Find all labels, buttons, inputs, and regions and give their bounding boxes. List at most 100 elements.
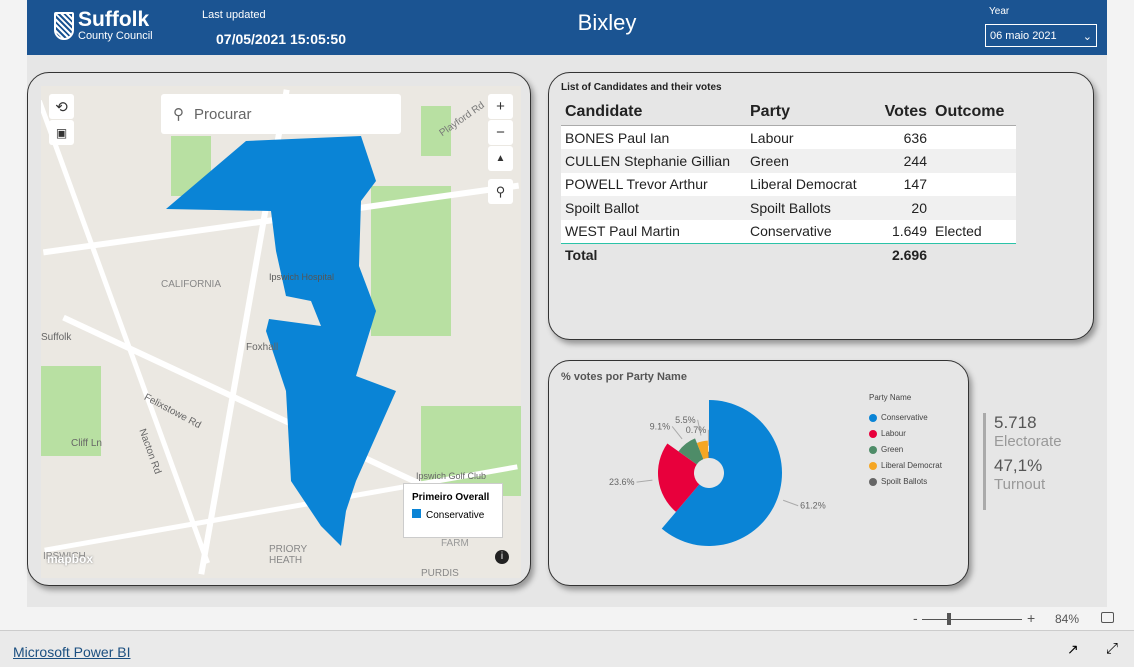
table-cell: CULLEN Stephanie Gillian bbox=[561, 149, 746, 173]
fit-to-page-icon[interactable] bbox=[1101, 612, 1114, 623]
ward-polygon[interactable] bbox=[166, 136, 396, 546]
chart-legend: Conservative Labour Green Liberal Democrat S… bbox=[869, 413, 942, 493]
search-icon: ⚲ bbox=[173, 106, 184, 123]
leader-line bbox=[671, 426, 683, 440]
data-label: 5.5% bbox=[675, 415, 696, 425]
map-label: FARM bbox=[441, 538, 469, 549]
total-votes: 2.696 bbox=[891, 247, 927, 263]
leader-line bbox=[636, 479, 653, 483]
kpi-panel: 5.718 Electorate 47,1% Turnout bbox=[983, 413, 1062, 510]
legend-label: Labour bbox=[881, 429, 906, 438]
total-label: Total bbox=[565, 247, 598, 263]
legend-item[interactable]: Spoilt Ballots bbox=[869, 477, 942, 486]
table-row[interactable]: POWELL Trevor Arthur Liberal Democrat 147 bbox=[561, 172, 1016, 196]
rotate-icon[interactable]: ⟲ bbox=[49, 94, 74, 119]
info-icon[interactable]: i bbox=[495, 550, 509, 564]
table-cell: Liberal Democrat bbox=[746, 172, 871, 196]
column-header[interactable]: Votes bbox=[871, 99, 931, 126]
legend-swatch bbox=[412, 509, 421, 518]
table-cell: 636 bbox=[871, 125, 931, 149]
table-cell: 244 bbox=[871, 149, 931, 173]
column-header[interactable]: Candidate bbox=[561, 99, 746, 126]
electorate-value: 5.718 bbox=[994, 413, 1037, 432]
data-label: 61.2% bbox=[800, 501, 826, 511]
report-canvas: Suffolk County Council Last updated 07/05… bbox=[27, 0, 1107, 607]
table-cell bbox=[931, 125, 1016, 149]
table-row[interactable]: WEST Paul Martin Conservative 1.649 Elected bbox=[561, 219, 1016, 244]
map[interactable]: Playford Rd Ipswich Hospital CALIFORNIA … bbox=[41, 86, 521, 578]
total-row: Total 2.696 bbox=[561, 243, 1016, 267]
fullscreen-icon[interactable]: ⤢ bbox=[1106, 640, 1118, 657]
map-label: Ipswich Golf Club bbox=[416, 471, 487, 481]
turnout-label: Turnout bbox=[994, 476, 1046, 493]
mapbox-logo: mapbox bbox=[47, 552, 94, 566]
turnout-value: 47,1% bbox=[994, 456, 1043, 475]
zoom-out-button[interactable]: - bbox=[913, 610, 918, 626]
legend-label: Spoilt Ballots bbox=[881, 477, 928, 486]
column-header[interactable]: Outcome bbox=[931, 99, 1016, 126]
table-header: Candidate Party Votes Outcome bbox=[561, 99, 1016, 126]
zoom-slider-thumb[interactable] bbox=[947, 613, 952, 625]
table-title: List of Candidates and their votes bbox=[561, 82, 722, 93]
legend-item[interactable]: Green bbox=[869, 445, 942, 454]
legend-label: Conservative bbox=[881, 413, 928, 422]
legend-title: Primeiro Overall bbox=[412, 492, 490, 503]
year-dropdown[interactable]: 06 maio 2021 ⌄ bbox=[985, 24, 1097, 47]
year-value: 06 maio 2021 bbox=[990, 30, 1057, 42]
data-label: 23.6% bbox=[609, 477, 635, 487]
footer: Microsoft Power BI ↗ ⤢ bbox=[0, 631, 1134, 667]
electorate-label: Electorate bbox=[994, 433, 1062, 450]
table-cell bbox=[931, 196, 1016, 220]
table-cell bbox=[931, 172, 1016, 196]
map-label: Foxhall bbox=[246, 342, 279, 353]
map-label: Suffolk bbox=[41, 332, 72, 343]
table-cell: BONES Paul Ian bbox=[561, 125, 746, 149]
page-title: Bixley bbox=[577, 10, 637, 35]
power-bi-link[interactable]: Microsoft Power BI bbox=[13, 644, 130, 660]
table-cell: 147 bbox=[871, 172, 931, 196]
legend-item[interactable]: Labour bbox=[869, 429, 942, 438]
search-placeholder: Procurar bbox=[194, 105, 252, 123]
zoom-in-button[interactable]: + bbox=[488, 94, 513, 119]
lasso-select-icon[interactable]: ▣ bbox=[49, 120, 74, 145]
legend-item: Conservative bbox=[426, 510, 485, 521]
leader-line bbox=[782, 499, 799, 507]
compass-icon[interactable]: ▲ bbox=[488, 146, 513, 171]
map-label: Ipswich Hospital bbox=[269, 272, 335, 282]
legend-dot bbox=[869, 413, 877, 422]
share-icon[interactable]: ↗ bbox=[1067, 641, 1079, 658]
zoom-out-button[interactable]: − bbox=[488, 120, 513, 145]
table-row[interactable]: CULLEN Stephanie Gillian Green 244 bbox=[561, 149, 1016, 173]
chart-title: % votes por Party Name bbox=[561, 371, 687, 383]
zoom-slider[interactable] bbox=[922, 619, 1022, 620]
table-cell: Conservative bbox=[746, 219, 871, 244]
legend-label: Green bbox=[881, 445, 904, 454]
zoom-selection-icon[interactable]: ⚲ bbox=[488, 179, 513, 204]
table-row[interactable]: Spoilt Ballot Spoilt Ballots 20 bbox=[561, 196, 1016, 220]
map-label: CALIFORNIA bbox=[161, 279, 222, 290]
column-header[interactable]: Party bbox=[746, 99, 871, 126]
data-label: 9.1% bbox=[650, 421, 671, 431]
table-row[interactable]: BONES Paul Ian Labour 636 bbox=[561, 125, 1016, 149]
candidates-table-card: List of Candidates and their votes Candi… bbox=[548, 72, 1094, 340]
table-cell: Spoilt Ballots bbox=[746, 196, 871, 220]
legend-dot bbox=[869, 445, 877, 454]
data-label: 0.7% bbox=[686, 425, 707, 435]
zoom-in-button[interactable]: + bbox=[1027, 610, 1035, 626]
map-label: PRIORY HEATH bbox=[269, 544, 307, 566]
map-label: Cliff Ln bbox=[71, 438, 102, 449]
zoom-level: 84% bbox=[1055, 612, 1080, 626]
table-cell: Labour bbox=[746, 125, 871, 149]
legend-dot bbox=[869, 429, 877, 438]
table-cell: Green bbox=[746, 149, 871, 173]
table-cell: POWELL Trevor Arthur bbox=[561, 172, 746, 196]
table-cell: Spoilt Ballot bbox=[561, 196, 746, 220]
legend-item[interactable]: Liberal Democrat bbox=[869, 461, 942, 470]
table-cell: 1.649 bbox=[871, 219, 931, 244]
map-search-input[interactable]: ⚲ Procurar bbox=[161, 94, 401, 134]
legend-item[interactable]: Conservative bbox=[869, 413, 942, 422]
legend-dot bbox=[869, 461, 877, 470]
party-chart-card: % votes por Party Name 61.2% 23.6% 9.1% 5.5… bbox=[548, 360, 969, 586]
legend-title: Party Name bbox=[869, 393, 912, 402]
map-legend: Primeiro Overall Conservative bbox=[403, 483, 503, 538]
